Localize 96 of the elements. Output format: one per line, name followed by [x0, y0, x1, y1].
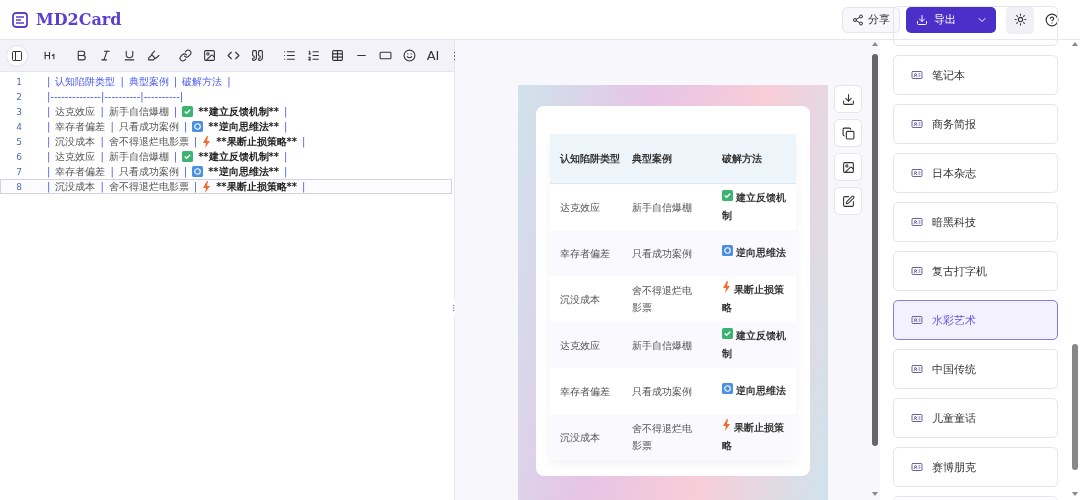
table-cell-text: 沉没成本: [560, 292, 601, 307]
check-mark-icon: [722, 190, 733, 201]
table-icon: [330, 49, 344, 62]
card-icon: [911, 412, 923, 424]
table-cell-text: 只看成功案例: [632, 384, 693, 399]
code-line: | 沉没成本 | 舍不得退烂电影票 | **果断止损策略** |: [46, 134, 306, 149]
line-number: 6: [15, 151, 23, 162]
code-line: | 幸存者偏差 | 只看成功案例 | **逆向思维法** |: [46, 119, 288, 134]
panel-icon: [11, 49, 23, 62]
card-icon: [911, 167, 923, 179]
italic-icon: [98, 49, 112, 62]
code-line: | 幸存者偏差 | 只看成功案例 | **逆向思维法** |: [46, 164, 288, 179]
lightning-bolt-icon: [722, 281, 731, 293]
line-number: 8: [15, 181, 23, 192]
line-number: 1: [15, 76, 23, 87]
share-icon: [852, 13, 864, 26]
download-icon: [916, 13, 928, 26]
template-item[interactable]: 日本杂志: [893, 153, 1058, 193]
code-line: | 沉没成本 | 舍不得退烂电影票 | **果断止损策略** |: [46, 179, 306, 194]
edit-button[interactable]: [834, 187, 862, 215]
template-item[interactable]: 笔记本: [893, 55, 1058, 95]
logo-icon: [12, 11, 28, 28]
edit-icon: [841, 194, 855, 208]
download-button[interactable]: [834, 85, 862, 113]
table-cell: 果断止损策略: [722, 419, 792, 455]
card-icon: [911, 363, 923, 375]
copy-button[interactable]: [834, 119, 862, 147]
line-number: 4: [15, 121, 23, 132]
check-mark-icon: [182, 106, 194, 117]
share-button[interactable]: 分享: [842, 6, 900, 33]
card-icon: [911, 118, 923, 130]
table-cell-text: 达克效应: [560, 200, 601, 215]
table-cell-text: 新手自信爆棚: [632, 200, 693, 215]
column-header: 认知陷阱类型: [560, 151, 621, 166]
table-cell-text: 舍不得退烂电影票: [632, 422, 693, 453]
table-cell-text: 只看成功案例: [632, 246, 693, 261]
code-line: | 达克效应 | 新手自信爆棚 | **建立反馈机制** |: [46, 149, 288, 164]
card-icon: [911, 69, 923, 81]
table-cell-text: 舍不得退烂电影票: [632, 284, 693, 315]
check-mark-icon: [182, 151, 194, 162]
smile-icon: [402, 49, 416, 62]
numbered-list-icon: [306, 49, 320, 62]
underline-icon: [122, 49, 136, 62]
template-item[interactable]: 赛博朋克: [893, 447, 1058, 487]
app-title: MD2Card: [36, 10, 122, 29]
export-button[interactable]: 导出: [906, 6, 996, 33]
image-button[interactable]: [834, 153, 862, 181]
table-cell-text: 幸存者偏差: [560, 384, 611, 399]
table-cell-text: 建立反馈机制: [722, 327, 788, 361]
card-icon: [911, 314, 923, 326]
link-icon: [178, 49, 192, 62]
code-icon: [226, 49, 240, 62]
table-cell-text: 达克效应: [560, 338, 601, 353]
code-line: | 认知陷阱类型 | 典型案例 | 破解方法 |: [46, 74, 231, 89]
table-cell-text: 沉没成本: [560, 430, 601, 445]
code-line: | 达克效应 | 新手自信爆棚 | **建立反馈机制** |: [46, 104, 288, 119]
card-icon: [911, 216, 923, 228]
highlighter-icon: [146, 49, 160, 62]
template-item[interactable]: 复古打字机: [893, 251, 1058, 291]
line-number: 7: [15, 166, 23, 177]
lightning-bolt-icon: [202, 180, 212, 193]
lightning-bolt-icon: [202, 135, 212, 148]
line-number: 3: [15, 106, 23, 117]
template-item[interactable]: 商务简报: [893, 104, 1058, 144]
check-mark-icon: [722, 328, 733, 339]
table-cell: 逆向思维法: [722, 382, 792, 400]
image-icon: [202, 49, 216, 62]
quote-icon: [250, 49, 264, 62]
list-icon: [282, 49, 296, 62]
template-item[interactable]: 暗黑科技: [893, 202, 1058, 242]
sidebar-toggle-button[interactable]: [6, 44, 28, 67]
line-number: 5: [15, 136, 23, 147]
code-line: |--------------|----------|----------|: [46, 91, 184, 102]
theme-button[interactable]: [1006, 5, 1034, 34]
template-item[interactable]: 中国传统: [893, 349, 1058, 389]
column-header: 典型案例: [632, 151, 673, 166]
table-cell-text: 新手自信爆棚: [632, 338, 693, 353]
sun-icon: [1013, 13, 1027, 26]
ai-button[interactable]: AI: [422, 44, 444, 67]
heading-icon: [42, 49, 56, 62]
template-item[interactable]: 儿童童话: [893, 398, 1058, 438]
help-icon: [1045, 12, 1059, 27]
copy-icon: [841, 126, 855, 140]
lightning-bolt-icon: [722, 419, 731, 431]
table-cell-text: 幸存者偏差: [560, 246, 611, 261]
card-icon: [911, 461, 923, 473]
rectangle-icon: [378, 49, 392, 62]
template-item[interactable]: 水彩艺术: [893, 300, 1058, 340]
table-cell: 逆向思维法: [722, 244, 792, 262]
table-cell: 果断止损策略: [722, 281, 792, 317]
download-icon: [841, 92, 855, 106]
image-icon: [841, 160, 855, 174]
line-number: 2: [15, 91, 23, 102]
table-cell-text: 建立反馈机制: [722, 189, 788, 223]
column-header: 破解方法: [722, 151, 763, 166]
card-icon: [911, 265, 923, 277]
